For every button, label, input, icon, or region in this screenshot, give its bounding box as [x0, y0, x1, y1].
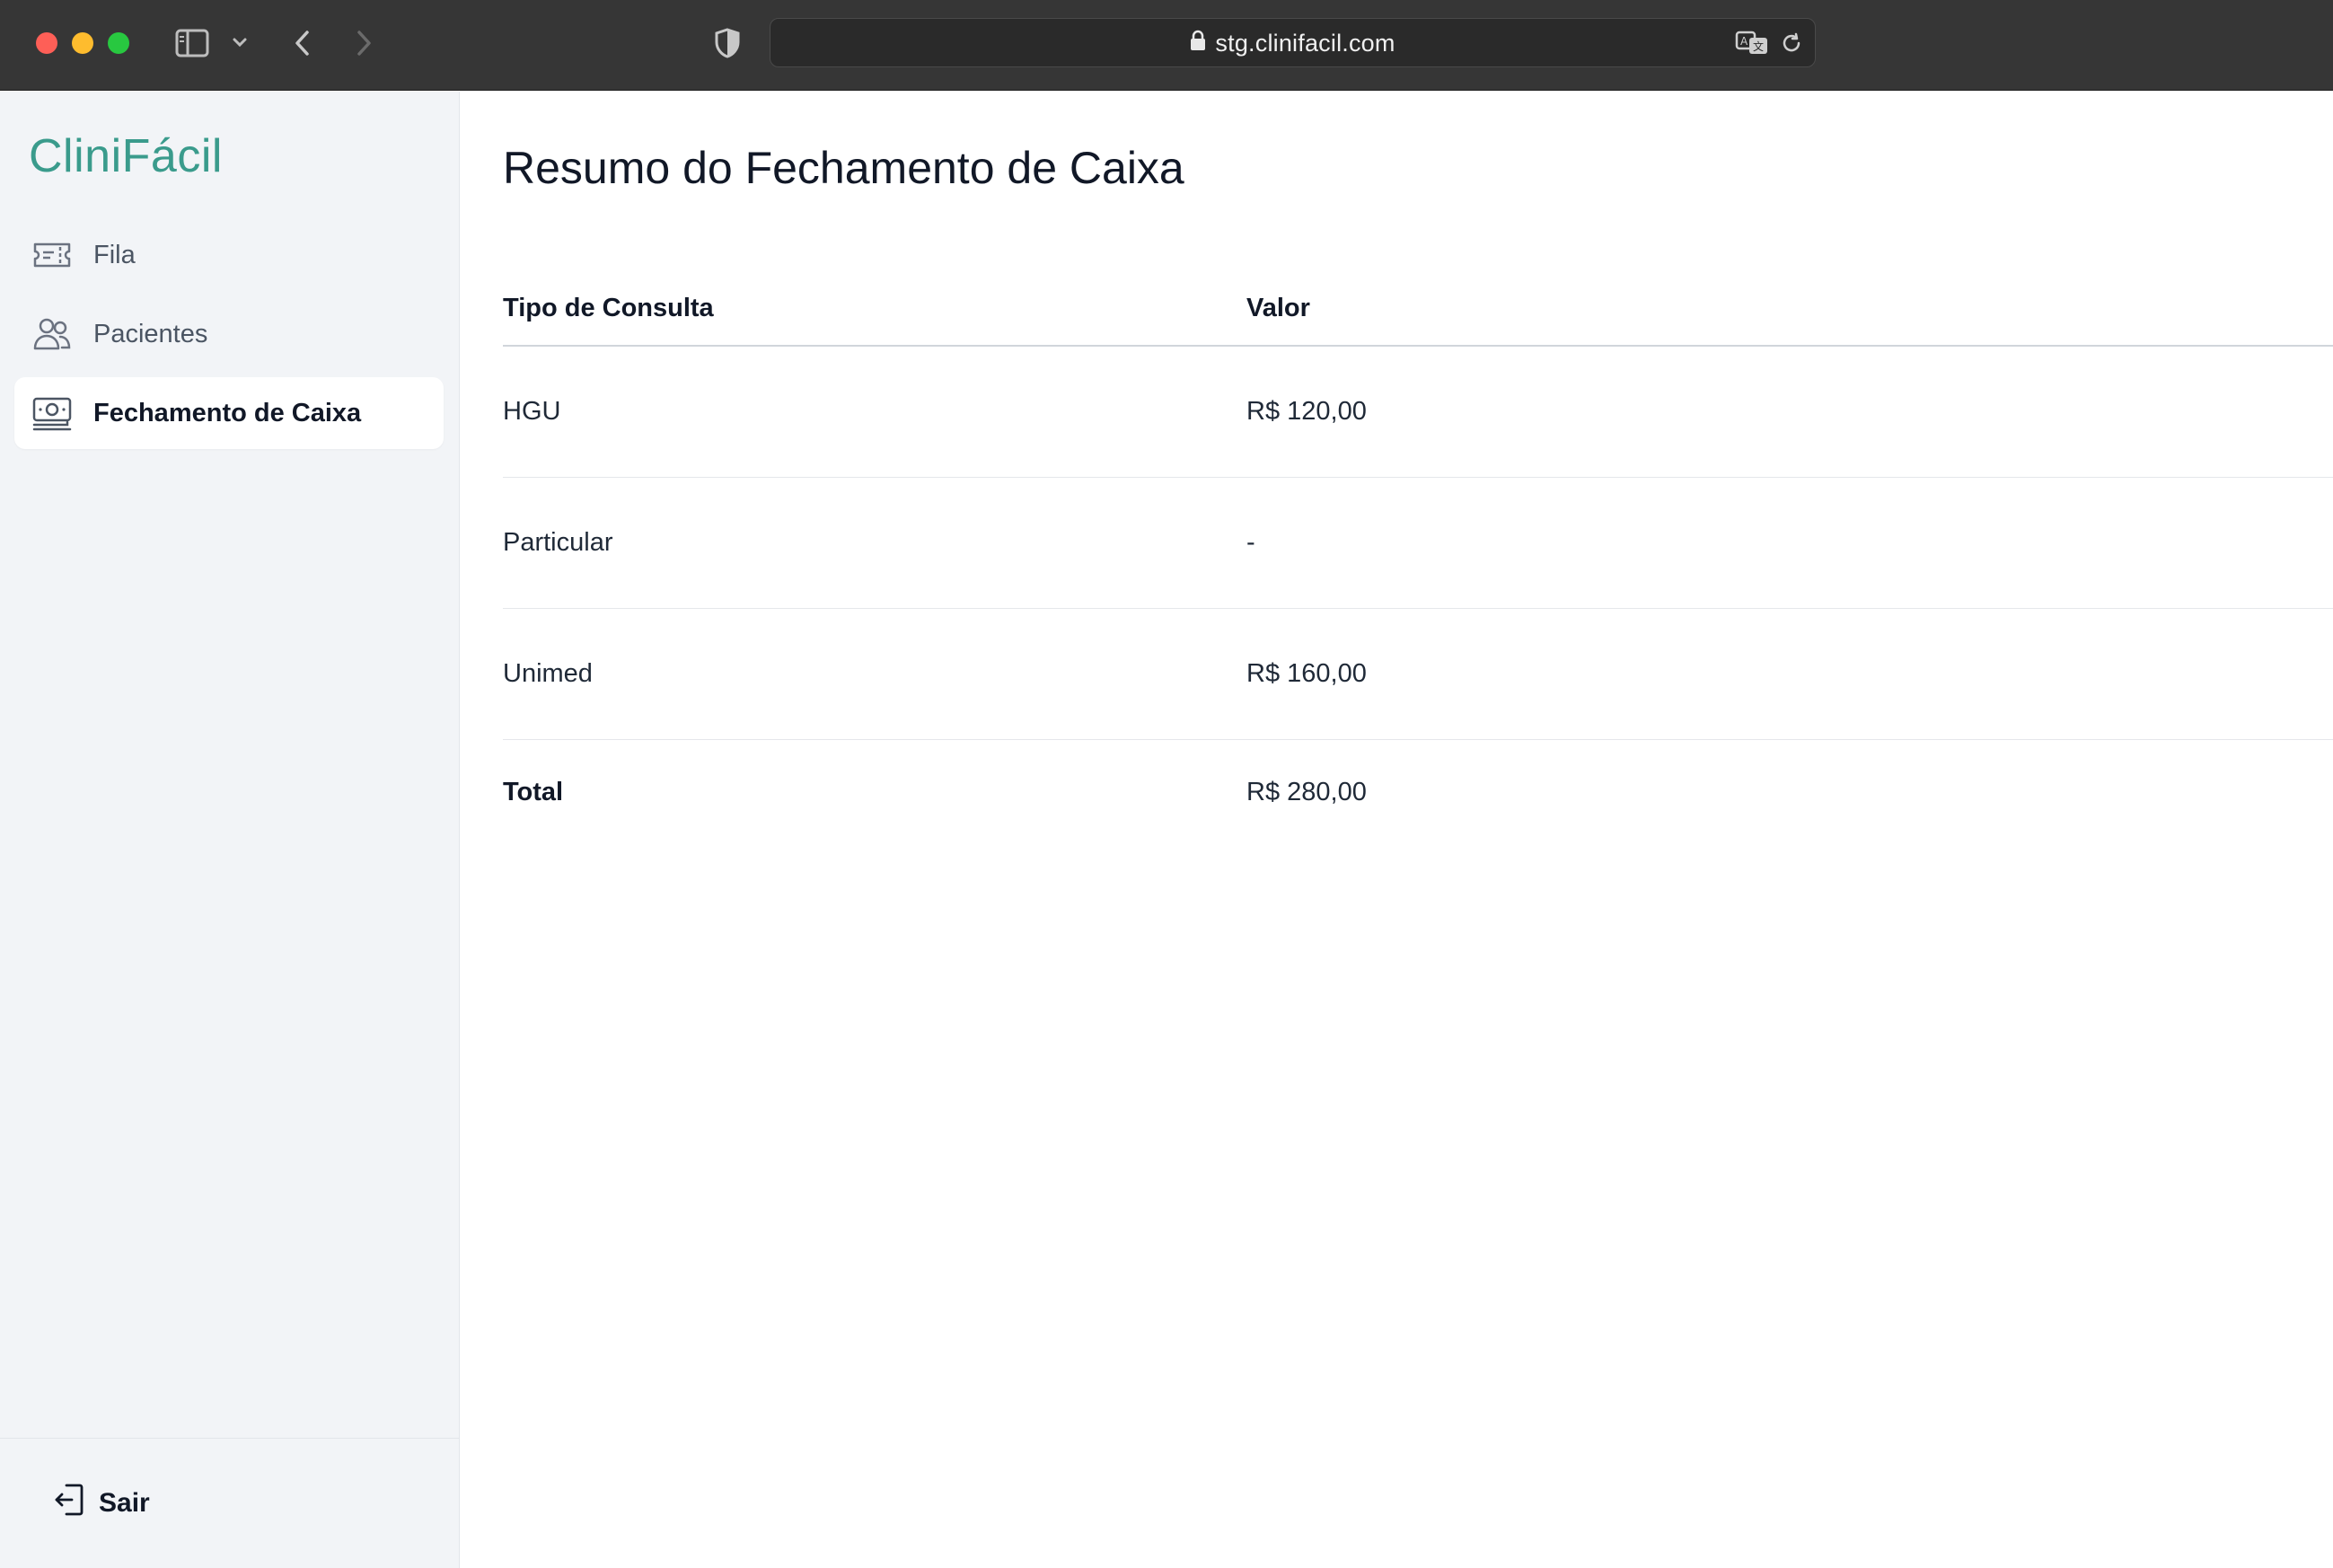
sidebar-item-pacientes[interactable]: Pacientes	[14, 298, 444, 370]
cell-tipo: Particular	[503, 528, 613, 557]
app-logo[interactable]: CliniFácil	[29, 129, 223, 183]
svg-text:文: 文	[1753, 40, 1764, 53]
chevron-down-icon[interactable]	[230, 32, 250, 52]
logout-button[interactable]: Sair	[54, 1476, 150, 1530]
back-icon[interactable]	[289, 27, 314, 59]
maximize-window-button[interactable]	[108, 32, 129, 54]
svg-text:A: A	[1740, 35, 1748, 48]
sidebar-item-fila[interactable]: Fila	[14, 219, 444, 291]
lock-icon	[1190, 30, 1206, 57]
page-title: Resumo do Fechamento de Caixa	[503, 143, 1184, 193]
translate-icon[interactable]: A文	[1734, 30, 1770, 57]
cell-tipo: HGU	[503, 397, 561, 426]
cell-valor: R$ 120,00	[1246, 397, 1367, 426]
table-header-row: Tipo de Consulta Valor	[503, 271, 2333, 347]
cell-valor: R$ 160,00	[1246, 659, 1367, 688]
column-header-tipo: Tipo de Consulta	[503, 293, 714, 322]
sidebar-item-label: Pacientes	[93, 319, 208, 348]
reload-icon[interactable]	[1779, 31, 1804, 56]
privacy-shield-icon[interactable]	[713, 27, 742, 59]
column-header-valor: Valor	[1246, 293, 1310, 322]
ticket-icon	[31, 233, 74, 277]
forward-icon[interactable]	[352, 27, 377, 59]
cash-summary-table: Tipo de Consulta Valor HGU R$ 120,00 Par…	[503, 271, 2333, 844]
table-total-row: Total R$ 280,00	[503, 740, 2333, 844]
address-bar[interactable]: stg.clinifacil.com A文	[770, 18, 1816, 67]
table-row: Particular -	[503, 478, 2333, 609]
logout-label: Sair	[99, 1488, 150, 1518]
sidebar-item-label: Fila	[93, 240, 136, 269]
total-label: Total	[503, 777, 564, 806]
total-value: R$ 280,00	[1246, 777, 1367, 806]
url-text: stg.clinifacil.com	[1215, 30, 1395, 57]
sidebar: CliniFácil Fila Pacientes Fechamento de …	[0, 92, 460, 1568]
sidebar-toggle-icon[interactable]	[174, 27, 210, 59]
table-row: Unimed R$ 160,00	[503, 609, 2333, 740]
minimize-window-button[interactable]	[72, 32, 93, 54]
cell-valor: -	[1246, 528, 1255, 557]
close-window-button[interactable]	[36, 32, 57, 54]
sidebar-item-fechamento-de-caixa[interactable]: Fechamento de Caixa	[14, 377, 444, 449]
logout-icon	[54, 1483, 84, 1524]
table-row: HGU R$ 120,00	[503, 347, 2333, 478]
browser-toolbar: stg.clinifacil.com A文	[0, 0, 2333, 91]
sidebar-divider	[0, 1438, 459, 1439]
cash-icon	[31, 392, 74, 435]
main-content: Resumo do Fechamento de Caixa Tipo de Co…	[460, 92, 2333, 1568]
cell-tipo: Unimed	[503, 659, 593, 688]
sidebar-item-label: Fechamento de Caixa	[93, 398, 362, 427]
users-icon	[31, 313, 74, 356]
